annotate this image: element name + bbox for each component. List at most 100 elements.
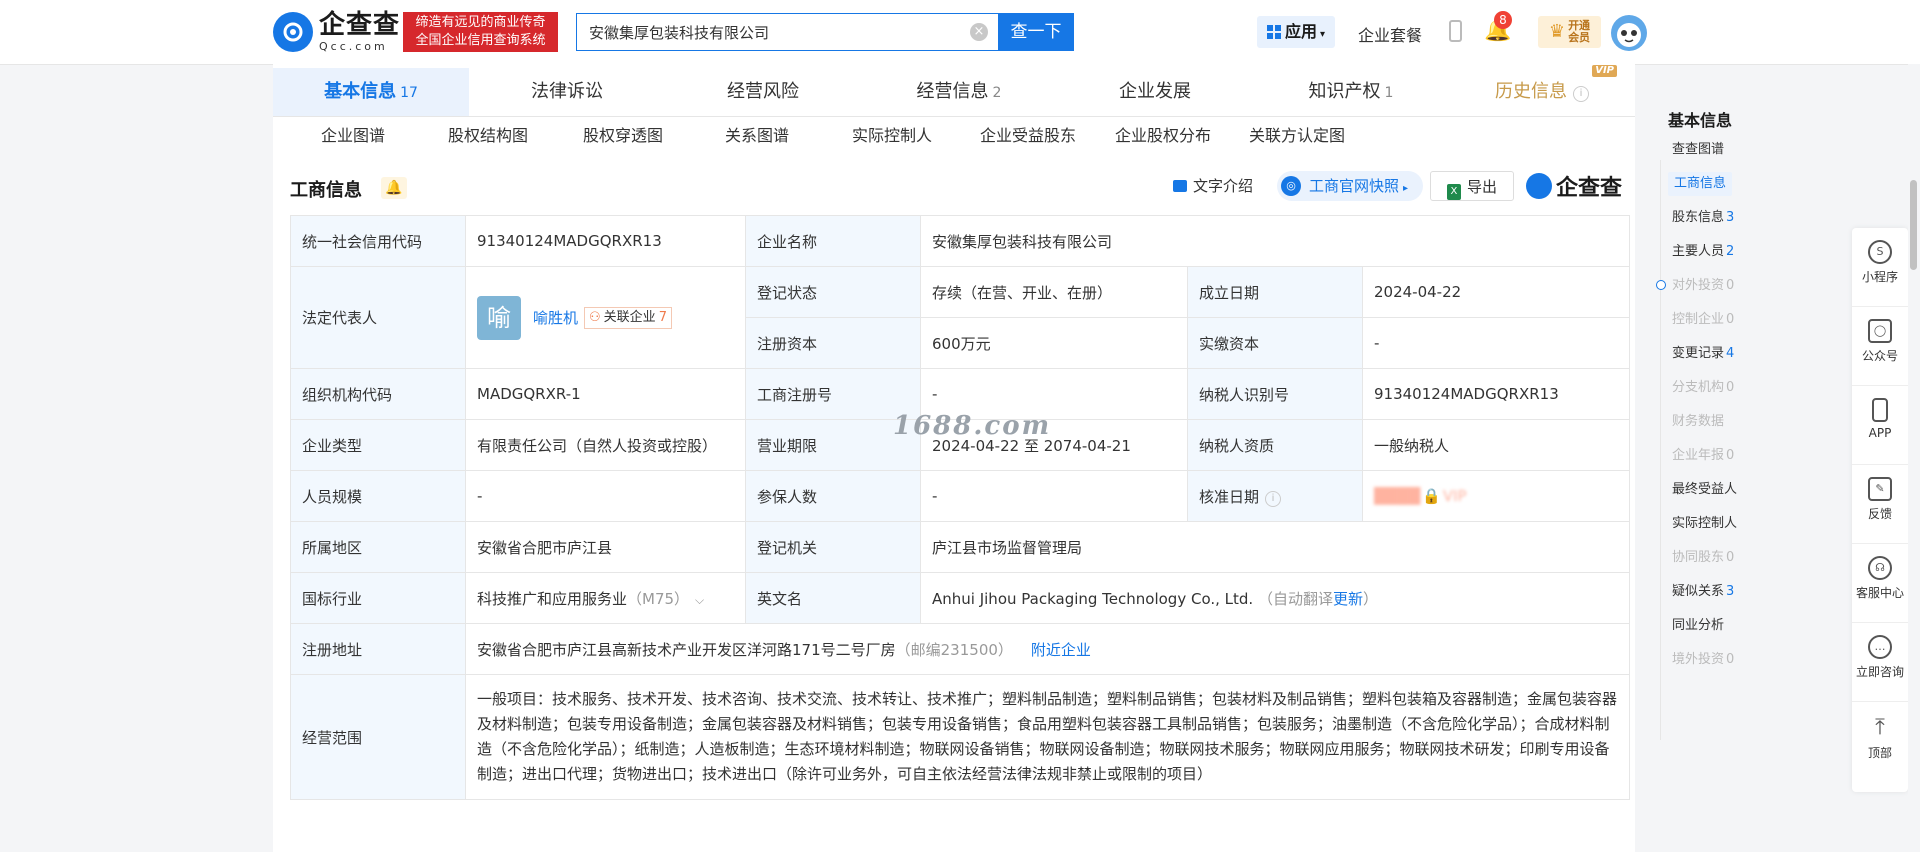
tab-operational-risk[interactable]: 经营风险 <box>665 68 861 116</box>
english-name-label: 英文名 <box>745 572 921 624</box>
back-to-top-button[interactable]: ⤒ 顶部 <box>1852 716 1908 792</box>
approval-date-value[interactable]: ████ 🔒 VIP <box>1362 470 1630 522</box>
right-nav-item[interactable]: 分支机构 0 <box>1672 378 1734 398</box>
table-row: 国标行业 科技推广和应用服务业（M75） ⌵ 英文名 Anhui Jihou Pa… <box>290 572 1630 624</box>
right-nav-item[interactable]: 实际控制人 <box>1672 514 1737 534</box>
right-nav-item[interactable]: 控制企业 0 <box>1672 310 1734 330</box>
app-button[interactable]: APP <box>1852 398 1908 465</box>
main-content: 基本信息 17 法律诉讼 经营风险 经营信息 2 企业发展 知识产权 1 历史信息 i V… <box>273 64 1635 852</box>
tab-count: 1 <box>1384 85 1394 101</box>
app-icon <box>1872 398 1888 422</box>
feedback-button[interactable]: ✎ 反馈 <box>1852 477 1908 544</box>
top-header: 企查查 Qcc.com 缔造有远见的商业传奇 全国企业信用查询系统 × 查一下 … <box>0 0 1920 65</box>
open-vip-button[interactable]: ♛ 开通 会员 <box>1538 16 1601 48</box>
export-button[interactable]: X 导出 <box>1430 171 1514 201</box>
user-avatar[interactable] <box>1611 15 1647 51</box>
search-button[interactable]: 查一下 <box>998 13 1074 51</box>
right-nav-item-label: 控制企业 <box>1672 312 1725 327</box>
crown-icon: ♛ <box>1548 21 1566 42</box>
update-translation-link[interactable]: 更新 <box>1333 590 1363 608</box>
subtab-beneficial-owners[interactable]: 企业受益股东 <box>980 116 1076 156</box>
info-icon: i <box>1573 86 1589 102</box>
miniprogram-button[interactable]: S 小程序 <box>1852 240 1908 307</box>
right-nav-item[interactable]: 变更记录 4 <box>1672 344 1734 364</box>
wechat-account-button[interactable]: ◯ 公众号 <box>1852 319 1908 386</box>
float-label: 客服中心 <box>1855 586 1904 600</box>
subtab-related-party[interactable]: 关联方认定图 <box>1249 116 1345 156</box>
industry-value: 科技推广和应用服务业 <box>477 589 628 608</box>
legal-rep-cell: 喻 喻胜机 ⚇ 关联企业 7 <box>465 266 746 369</box>
right-nav-item[interactable]: 最终受益人 <box>1672 480 1737 500</box>
consult-button[interactable]: … 立即咨询 <box>1852 635 1908 702</box>
tab-basic-info[interactable]: 基本信息 17 <box>273 68 469 116</box>
right-nav-item[interactable]: 主要人员 2 <box>1672 242 1734 262</box>
right-nav-item-label: 企业年报 <box>1672 448 1725 463</box>
right-nav-item[interactable]: 疑似关系 3 <box>1672 582 1734 602</box>
search-input[interactable] <box>576 13 998 51</box>
tab-label: 法律诉讼 <box>531 81 603 102</box>
enterprise-suite-link[interactable]: 企业套餐 <box>1358 22 1422 46</box>
legal-rep-name-link[interactable]: 喻胜机 <box>533 307 578 328</box>
right-nav-item-count: 0 <box>1726 448 1735 463</box>
legal-rep-avatar[interactable]: 喻 <box>477 295 521 340</box>
service-center-button[interactable]: ☊ 客服中心 <box>1852 556 1908 623</box>
clear-search-icon[interactable]: × <box>970 23 988 41</box>
nearby-companies-link[interactable]: 附近企业 <box>1031 641 1091 659</box>
mobile-phone-icon[interactable] <box>1449 20 1462 42</box>
right-nav-item[interactable]: 财务数据 <box>1672 412 1724 432</box>
related-companies-tag[interactable]: ⚇ 关联企业 7 <box>584 306 672 329</box>
tab-label: 基本信息 <box>324 81 397 102</box>
right-nav-item-label: 主要人员 <box>1672 244 1725 259</box>
right-nav-item[interactable]: 协同股东 0 <box>1672 548 1734 568</box>
right-nav-item[interactable]: 同业分析 <box>1672 616 1724 636</box>
apps-grid-icon <box>1266 25 1281 39</box>
subtab-equity-distribution[interactable]: 企业股权分布 <box>1115 116 1211 156</box>
company-name-value: 安徽集厚包装科技有限公司 <box>920 215 1630 267</box>
qcc-brand-text: 企查查 <box>1556 176 1623 201</box>
tab-label: 知识产权 <box>1308 81 1381 102</box>
nav-line <box>1660 160 1661 740</box>
tab-business-info[interactable]: 经营信息 2 <box>861 68 1057 116</box>
tab-legal[interactable]: 法律诉讼 <box>469 68 665 116</box>
text-intro-button[interactable]: 文字介绍 <box>1173 171 1253 201</box>
right-nav-item[interactable]: 股东信息 3 <box>1672 208 1734 228</box>
apps-menu-button[interactable]: 应用 ▾ <box>1257 16 1335 48</box>
right-nav-item[interactable]: 对外投资 0 <box>1672 276 1734 296</box>
slogan-banner: 缔造有远见的商业传奇 全国企业信用查询系统 <box>403 12 558 52</box>
scrollbar-thumb[interactable] <box>1910 180 1917 270</box>
right-nav-item[interactable]: 工商信息 <box>1668 172 1733 196</box>
caret-down-icon: ▾ <box>1319 29 1326 40</box>
subscribe-bell-icon[interactable]: 🔔 <box>381 177 407 199</box>
industry-cell[interactable]: 科技推广和应用服务业（M75） ⌵ <box>465 572 746 624</box>
right-nav-item[interactable]: 查查图谱 <box>1672 140 1724 160</box>
subtab-equity-structure[interactable]: 股权结构图 <box>448 116 528 156</box>
subtab-equity-penetration[interactable]: 股权穿透图 <box>583 116 663 156</box>
right-nav-item[interactable]: 企业年报 0 <box>1672 446 1734 466</box>
company-type-label: 企业类型 <box>290 419 466 471</box>
right-nav-item-count: 0 <box>1726 652 1735 667</box>
right-nav-item-count: 0 <box>1726 550 1735 565</box>
tab-ip[interactable]: 知识产权 1 <box>1253 68 1449 116</box>
gs-snapshot-button[interactable]: ◎ 工商官网快照 ▸ <box>1277 171 1423 201</box>
table-row: 人员规模 - 参保人数 - 核准日期 i ████ 🔒 VIP <box>290 470 1630 522</box>
tab-history[interactable]: 历史信息 i VIP <box>1449 65 1635 116</box>
subtab-relation-graph[interactable]: 关系图谱 <box>725 116 789 156</box>
qcc-logo[interactable]: 企查查 Qcc.com <box>273 10 400 54</box>
subtab-graph[interactable]: 企业图谱 <box>321 116 385 156</box>
miniprogram-icon: S <box>1868 240 1892 264</box>
right-nav-item-label: 最终受益人 <box>1672 482 1738 497</box>
org-code-label: 组织机构代码 <box>290 368 466 420</box>
right-nav-item-label: 实际控制人 <box>1672 516 1738 531</box>
info-icon[interactable]: i <box>1265 490 1282 507</box>
chevron-down-icon[interactable]: ⌵ <box>695 593 704 607</box>
vip-tag: VIP <box>1592 65 1617 77</box>
subtab-actual-controller[interactable]: 实际控制人 <box>852 116 932 156</box>
active-indicator-dot <box>1656 280 1666 290</box>
right-nav-item[interactable]: 境外投资 0 <box>1672 650 1734 670</box>
chat-icon: … <box>1868 635 1892 659</box>
wechat-account-icon: ◯ <box>1868 319 1892 343</box>
tab-count: 2 <box>992 85 1002 101</box>
tab-development[interactable]: 企业发展 <box>1057 68 1253 116</box>
network-icon: ⚇ <box>589 309 601 325</box>
headset-icon: ☊ <box>1868 556 1892 580</box>
